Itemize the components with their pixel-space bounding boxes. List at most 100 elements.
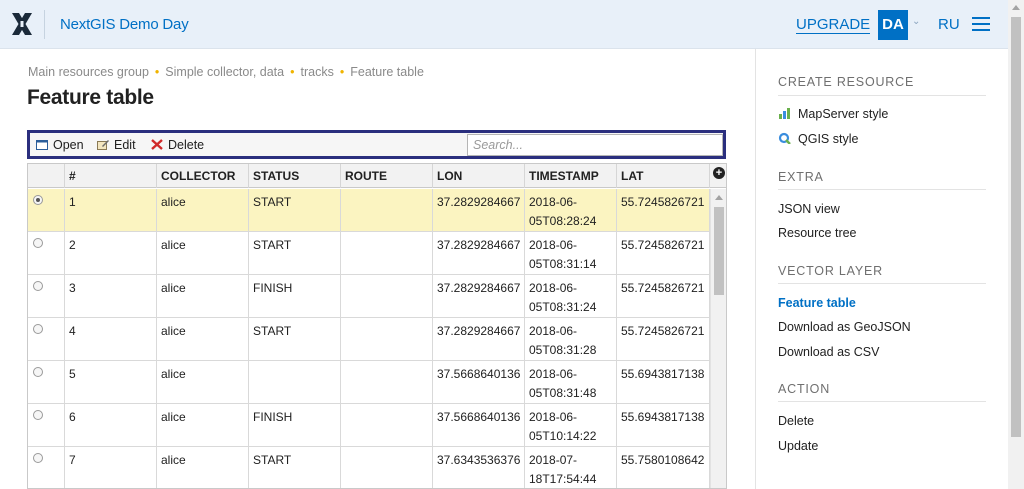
create-mapserver-style-link[interactable]: MapServer style <box>778 107 888 121</box>
open-button[interactable]: Open <box>36 138 84 152</box>
cell-collector: alice <box>157 404 249 447</box>
cell-lon: 37.5668640136 <box>433 361 525 404</box>
edit-button[interactable]: Edit <box>97 138 136 152</box>
scrollbar-thumb[interactable] <box>1011 17 1021 437</box>
timestamp-time: 05T08:31:14 <box>529 257 597 271</box>
cell-lon: 37.6343536376 <box>433 447 525 488</box>
cell-status: FINISH <box>249 404 341 447</box>
update-resource-link[interactable]: Update <box>778 439 818 453</box>
scroll-up-arrow-icon[interactable] <box>715 195 723 200</box>
cell-route <box>341 275 433 318</box>
app-title[interactable]: NextGIS Demo Day <box>60 16 189 33</box>
cell-route <box>341 404 433 447</box>
row-select-cell[interactable] <box>28 232 65 275</box>
table-row[interactable]: 6 alice FINISH 37.5668640136 2018-06- 05T10:1… <box>28 404 710 447</box>
cell-status <box>249 361 341 404</box>
cell-id: 6 <box>65 404 157 447</box>
cell-lon: 37.2829284667 <box>433 232 525 275</box>
cell-timestamp: 2018-06- 05T08:31:28 <box>525 318 617 361</box>
download-csv-link[interactable]: Download as CSV <box>778 345 879 359</box>
row-select-cell[interactable] <box>28 275 65 318</box>
nextgis-logo-icon[interactable] <box>11 12 33 36</box>
breadcrumb-item[interactable]: Simple collector, data <box>165 65 284 79</box>
cell-timestamp: 2018-06- 05T08:31:48 <box>525 361 617 404</box>
hamburger-menu-icon[interactable] <box>972 17 990 31</box>
row-radio-button[interactable] <box>33 453 43 463</box>
column-header-select[interactable] <box>28 164 65 188</box>
timestamp-date: 2018-07- <box>529 453 578 467</box>
column-header-lon[interactable]: LON <box>433 164 525 188</box>
cell-lat: 55.6943817138 <box>617 361 710 404</box>
row-radio-button[interactable] <box>33 367 43 377</box>
cell-lat: 55.7245826721 <box>617 318 710 361</box>
row-select-cell[interactable] <box>28 361 65 404</box>
table-row[interactable]: 2 alice START 37.2829284667 2018-06- 05T08:31… <box>28 232 710 275</box>
breadcrumb-item[interactable]: Main resources group <box>28 65 149 79</box>
chevron-down-icon[interactable]: ⌄ <box>912 16 920 27</box>
page-scrollbar[interactable] <box>1008 0 1024 489</box>
column-header-route[interactable]: ROUTE <box>341 164 433 188</box>
create-qgis-style-link[interactable]: QGIS style <box>778 132 858 146</box>
search-input[interactable] <box>467 134 723 156</box>
cell-timestamp: 2018-06- 05T08:31:14 <box>525 232 617 275</box>
cell-lon: 37.5668640136 <box>433 404 525 447</box>
cell-route <box>341 318 433 361</box>
top-header: NextGIS Demo Day UPGRADE DA ⌄ RU <box>0 0 1008 49</box>
row-select-cell[interactable] <box>28 447 65 488</box>
logo-divider <box>44 10 45 39</box>
cell-lon: 37.2829284667 <box>433 275 525 318</box>
row-radio-button[interactable] <box>33 238 43 248</box>
cell-status: START <box>249 447 341 488</box>
language-switch[interactable]: RU <box>938 16 960 33</box>
section-title-extra: EXTRA <box>778 170 824 184</box>
table-row[interactable]: 1 alice START 37.2829284667 2018-06- 05T08:28… <box>28 189 710 232</box>
row-radio-button[interactable] <box>33 324 43 334</box>
cell-timestamp: 2018-06- 05T10:14:22 <box>525 404 617 447</box>
qgis-style-icon <box>778 132 791 144</box>
timestamp-time: 18T17:54:44 <box>529 472 597 486</box>
row-select-cell[interactable] <box>28 318 65 361</box>
breadcrumb-separator: • <box>154 65 160 79</box>
column-header-lat[interactable]: LAT <box>617 164 710 188</box>
column-header-id[interactable]: # <box>65 164 157 188</box>
cell-collector: alice <box>157 189 249 232</box>
scroll-up-arrow-icon[interactable] <box>1012 5 1020 10</box>
section-divider <box>778 95 986 96</box>
row-select-cell[interactable] <box>28 189 65 232</box>
timestamp-time: 05T08:28:24 <box>529 214 597 228</box>
timestamp-date: 2018-06- <box>529 410 578 424</box>
cell-collector: alice <box>157 275 249 318</box>
row-radio-button[interactable] <box>33 410 43 420</box>
cell-id: 7 <box>65 447 157 488</box>
column-header-timestamp[interactable]: TIMESTAMP <box>525 164 617 188</box>
upgrade-link[interactable]: UPGRADE <box>796 16 871 34</box>
resource-tree-link[interactable]: Resource tree <box>778 226 857 240</box>
table-row[interactable]: 5 alice 37.5668640136 2018-06- 05T08:31:48 55… <box>28 361 710 404</box>
scrollbar-thumb[interactable] <box>714 207 724 295</box>
timestamp-time: 05T08:31:48 <box>529 386 597 400</box>
table-row[interactable]: 7 alice START 37.6343536376 2018-07- 18T17:54… <box>28 447 710 488</box>
delete-resource-link[interactable]: Delete <box>778 414 814 428</box>
table-row[interactable]: 4 alice START 37.2829284667 2018-06- 05T08:31… <box>28 318 710 361</box>
breadcrumb-item[interactable]: tracks <box>301 65 334 79</box>
download-geojson-link[interactable]: Download as GeoJSON <box>778 320 911 334</box>
breadcrumb: Main resources group • Simple collector, d… <box>28 65 424 79</box>
row-radio-button[interactable] <box>33 195 43 205</box>
json-view-link[interactable]: JSON view <box>778 202 840 216</box>
delete-button[interactable]: Delete <box>151 138 204 152</box>
row-radio-button[interactable] <box>33 281 43 291</box>
feature-table-link[interactable]: Feature table <box>778 296 856 310</box>
user-avatar[interactable]: DA <box>878 10 908 40</box>
timestamp-time: 05T08:31:28 <box>529 343 597 357</box>
cell-lat: 55.7245826721 <box>617 275 710 318</box>
table-row[interactable]: 3 alice FINISH 37.2829284667 2018-06- 05T08:3… <box>28 275 710 318</box>
row-select-cell[interactable] <box>28 404 65 447</box>
column-header-status[interactable]: STATUS <box>249 164 341 188</box>
column-menu-plus-icon[interactable]: + <box>713 167 725 179</box>
open-icon <box>36 140 48 150</box>
column-header-collector[interactable]: COLLECTOR <box>157 164 249 188</box>
section-divider <box>778 283 986 284</box>
timestamp-date: 2018-06- <box>529 281 578 295</box>
table-scrollbar[interactable] <box>710 189 726 488</box>
link-label: MapServer style <box>798 107 889 121</box>
